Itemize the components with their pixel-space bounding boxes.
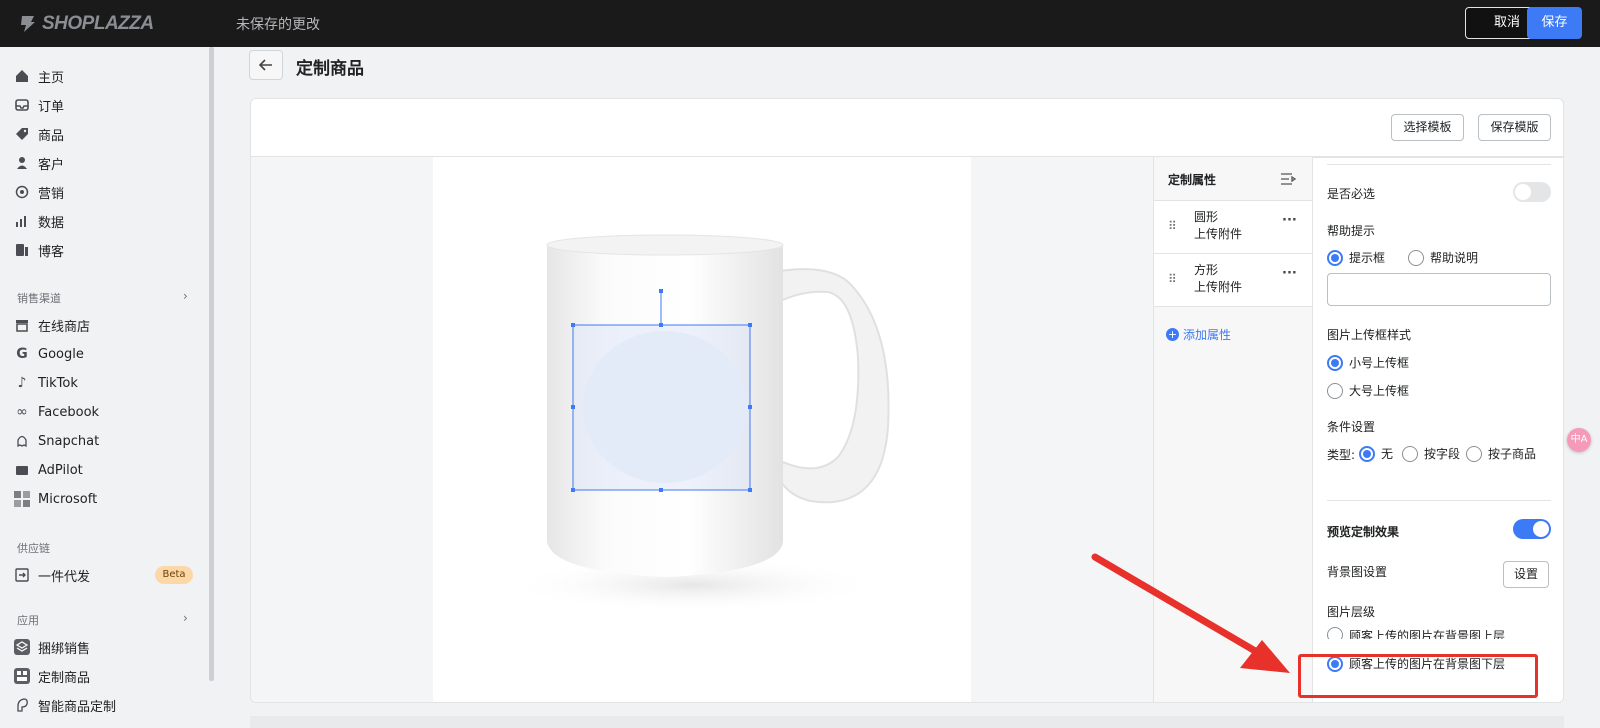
- annotation-arrow: [1091, 553, 1290, 673]
- highlight-box: [1298, 654, 1538, 698]
- translate-icon[interactable]: 中A: [1567, 428, 1591, 452]
